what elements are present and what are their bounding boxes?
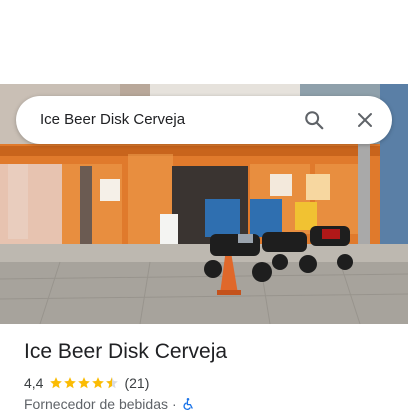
- star-rating: [49, 376, 119, 390]
- search-input[interactable]: Ice Beer Disk Cerveja: [40, 96, 185, 144]
- place-category: Fornecedor de bebidas: [24, 396, 168, 412]
- search-icon: [305, 111, 324, 130]
- category-row: Fornecedor de bebidas ·: [24, 396, 195, 412]
- top-blank-area: [0, 0, 408, 84]
- close-icon: [358, 113, 372, 127]
- rating-value: 4,4: [24, 375, 44, 391]
- star-icon: [50, 377, 63, 389]
- review-count[interactable]: (21): [124, 375, 149, 391]
- place-title: Ice Beer Disk Cerveja: [24, 340, 228, 363]
- star-icon: [92, 377, 105, 389]
- search-button[interactable]: [298, 104, 330, 136]
- star-icon: [78, 377, 91, 389]
- separator: ·: [172, 396, 177, 412]
- close-button[interactable]: [349, 104, 381, 136]
- star-half-icon: [106, 377, 119, 389]
- star-icon: [64, 377, 77, 389]
- rating-row[interactable]: 4,4 (21): [24, 375, 149, 391]
- wheelchair-icon: [183, 398, 193, 410]
- search-bar[interactable]: Ice Beer Disk Cerveja: [16, 96, 392, 144]
